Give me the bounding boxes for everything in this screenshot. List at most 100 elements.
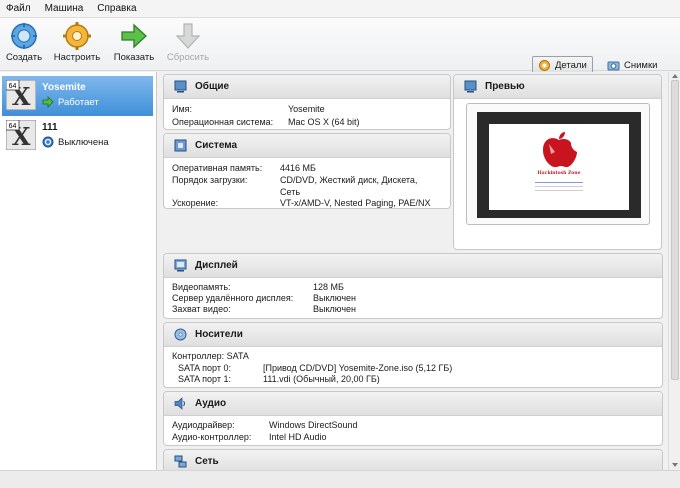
discard-label: Сбросить [166,52,210,63]
audio-driver-label: Аудиодрайвер: [172,420,235,430]
system-header[interactable]: Система [164,134,450,158]
vm-item-111[interactable]: X 64 111 Выключена [2,116,153,156]
network-panel: Сеть [163,449,663,470]
snapshots-label: Снимки [624,59,658,71]
boot-value-line1: CD/DVD, Жесткий диск, Дискета, [280,175,418,185]
system-title: Система [195,140,238,151]
os-label: Операционная система: [172,117,274,127]
storage-panel: Носители Контроллер: SATA SATA порт 0: [… [163,322,663,388]
os-value: Mac OS X (64 bit) [288,117,360,127]
preview-frame: Hackintosh Zone [466,103,650,225]
vm-state: Выключена [42,136,109,148]
macos-x-icon: X 64 [6,120,36,150]
network-icon [174,455,187,468]
chip-icon [174,139,187,152]
apple-logo-icon [543,132,577,168]
details-label: Детали [555,59,587,71]
vm-name: 111 [42,122,58,133]
vm-item-yosemite[interactable]: X 64 Yosemite Работает [2,76,153,116]
network-title: Сеть [195,456,219,467]
menu-machine[interactable]: Машина [45,3,84,14]
general-header[interactable]: Общие [164,75,450,99]
general-title: Общие [195,81,230,92]
show-button[interactable]: Показать [111,22,157,68]
os-badge: 64 [9,83,17,90]
audio-panel: Аудио Аудиодрайвер: Windows DirectSound … [163,391,663,446]
macos-x-icon: X 64 [6,80,36,110]
preview-line [535,182,583,183]
display-header[interactable]: Дисплей [164,254,662,278]
preview-panel: Превью Hackintosh Zone [453,74,662,250]
create-gear-icon [11,23,37,49]
create-label: Создать [5,52,43,63]
name-value: Yosemite [288,104,325,114]
accel-value: VT-x/AMD-V, Nested Paging, PAE/NX [280,198,431,208]
boot-value-line2: Сеть [280,187,301,197]
audio-driver-value: Windows DirectSound [269,420,358,430]
system-panel: Система Оперативная память: 4416 МБ Поря… [163,133,451,209]
green-arrow-icon [121,23,147,49]
menu-bar: Файл Машина Справка [0,0,680,18]
audio-controller-label: Аудио-контроллер: [172,432,252,442]
display-title: Дисплей [195,260,238,271]
controller-label: Контроллер: SATA [172,351,249,361]
power-off-icon [42,136,54,148]
vram-value: 128 МБ [313,282,344,292]
bottom-bar [0,470,680,488]
down-arrow-icon [175,23,201,49]
audio-title: Аудио [195,398,227,409]
details-pane: Общие Имя: Yosemite Операционная система… [160,72,668,470]
ram-value: 4416 МБ [280,163,316,173]
menu-help[interactable]: Справка [97,3,136,14]
port1-value: 111.vdi (Обычный, 20,00 ГБ) [263,374,380,384]
rdp-value: Выключен [313,293,356,303]
scroll-up-arrow-icon[interactable] [672,74,678,78]
audio-controller-value: Intel HD Audio [269,432,327,442]
vm-list: X 64 Yosemite Работает X 64 111 Выключен… [0,72,157,470]
scroll-down-arrow-icon[interactable] [672,463,678,467]
capture-value: Выключен [313,304,356,314]
rdp-label: Сервер удалённого дисплея: [172,293,294,303]
preview-screen-text: Hackintosh Zone [537,171,581,176]
show-label: Показать [113,52,155,63]
display-icon [174,259,187,272]
running-arrow-icon [42,96,54,108]
vm-state-label: Выключена [58,136,109,148]
preview-header[interactable]: Превью [454,75,661,99]
port0-value: [Привод CD/DVD] Yosemite-Zone.iso (5,12 … [263,363,453,373]
display-panel: Дисплей Видеопамять: 128 МБ Сервер удалё… [163,253,663,319]
vm-name: Yosemite [42,82,86,93]
toolbar: Создать Настроить Показать Сбросить Дета… [0,18,680,74]
menu-file[interactable]: Файл [6,3,31,14]
audio-header[interactable]: Аудио [164,392,662,416]
camera-icon [607,61,620,70]
capture-label: Захват видео: [172,304,231,314]
preview-boot-screen: Hackintosh Zone [489,124,629,210]
details-gear-icon [539,59,550,71]
general-panel: Общие Имя: Yosemite Операционная система… [163,74,451,130]
port0-label: SATA порт 0: [178,363,231,373]
preview-monitor-icon [464,80,477,93]
storage-header[interactable]: Носители [164,323,662,347]
network-header[interactable]: Сеть [164,450,662,470]
accel-label: Ускорение: [172,198,219,208]
name-label: Имя: [172,104,193,114]
details-scrollbar[interactable] [668,72,680,470]
speaker-icon [174,397,185,410]
disk-icon [174,328,187,341]
os-badge: 64 [9,123,17,130]
ram-label: Оперативная память: [172,163,263,173]
preview-line [535,190,583,191]
monitor-icon [174,80,187,93]
vram-label: Видеопамять: [172,282,231,292]
vm-state-label: Работает [58,96,99,108]
vm-state: Работает [42,96,99,108]
settings-gear-icon [63,22,91,50]
preview-line [535,186,583,187]
scroll-thumb[interactable] [671,80,679,380]
settings-button[interactable]: Настроить [52,22,102,68]
settings-label: Настроить [53,52,101,63]
preview-screen: Hackintosh Zone [477,112,641,218]
discard-button[interactable]: Сбросить [165,22,211,68]
create-button[interactable]: Создать [4,22,44,68]
